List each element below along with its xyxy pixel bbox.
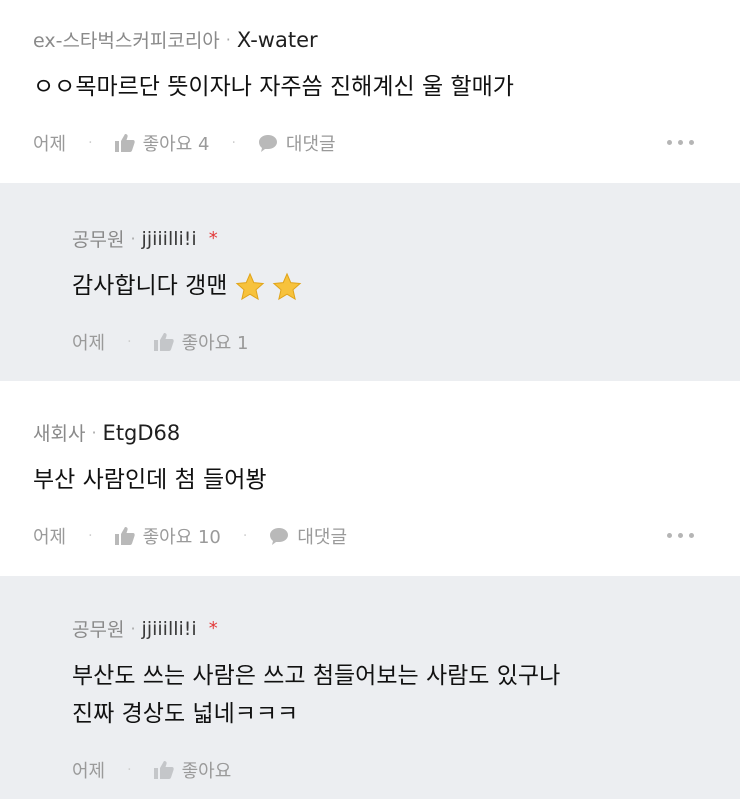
comment-header: 공무원 · jjiiilli!i * <box>72 615 218 642</box>
like-button[interactable]: 좋아요 10 <box>114 523 221 549</box>
comment-time: 어제 <box>33 527 67 548</box>
company-name[interactable]: 공무원 <box>72 615 124 642</box>
meta-separator: · <box>225 30 231 49</box>
comment-actions: 어제 · 좋아요 4 · 대댓글 <box>33 130 336 156</box>
comment-time: 어제 <box>72 761 106 782</box>
thumbs-up-icon <box>153 761 174 779</box>
meta-separator: · <box>130 619 136 638</box>
star-icon <box>235 272 265 300</box>
action-separator: · <box>127 762 132 778</box>
comment-text: 부산 사람인데 첨 들어봥 <box>33 467 267 493</box>
like-button[interactable]: 좋아요 4 <box>114 130 210 156</box>
more-dots-icon[interactable] <box>667 533 694 538</box>
thumbs-up-icon <box>114 527 135 545</box>
like-button[interactable]: 좋아요 1 <box>153 329 249 355</box>
comment-text-content: 감사합니다 갱맨 <box>72 273 228 299</box>
reply-button[interactable]: 대댓글 <box>269 523 347 549</box>
nickname[interactable]: jjiiilli!i <box>142 228 197 250</box>
meta-separator: · <box>91 423 97 442</box>
like-count: 좋아요 <box>181 761 232 782</box>
comment-time: 어제 <box>72 333 106 354</box>
comment-header: ex-스타벅스커피코리아 · X-water <box>33 26 318 53</box>
comment-text: 감사합니다 갱맨 <box>72 268 302 304</box>
comment-text: ㅇㅇ목마르단 뜻이자나 자주씀 진해계신 울 할매가 <box>33 74 514 100</box>
like-button[interactable]: 좋아요 <box>153 757 232 783</box>
comment-header: 새회사 · EtgD68 <box>33 419 180 446</box>
like-count: 좋아요 4 <box>142 134 210 155</box>
comment: ex-스타벅스커피코리아 · X-water ㅇㅇ목마르단 뜻이자나 자주씀 진… <box>0 0 740 183</box>
company-name[interactable]: 새회사 <box>33 419 85 446</box>
comment-text-line-1: 부산도 쓰는 사람은 쓰고 첨들어보는 사람도 있구나 <box>72 663 561 689</box>
comment-actions: 어제 · 좋아요 10 · 대댓글 <box>33 523 347 549</box>
nickname[interactable]: EtgD68 <box>103 421 181 445</box>
thumbs-up-icon <box>114 134 135 152</box>
action-separator: · <box>88 528 93 544</box>
action-separator: · <box>88 135 93 151</box>
speech-bubble-icon <box>258 134 278 152</box>
reply-comment: 공무원 · jjiiilli!i * 감사합니다 갱맨 어제 · 좋아요 1 <box>0 183 740 381</box>
like-count: 좋아요 1 <box>181 333 249 354</box>
action-separator: · <box>242 528 248 544</box>
comment-actions: 어제 · 좋아요 <box>72 757 231 783</box>
comment-time: 어제 <box>33 134 67 155</box>
author-mark: * <box>208 228 218 249</box>
nickname[interactable]: jjiiilli!i <box>142 618 197 640</box>
reply-comment: 공무원 · jjiiilli!i * 부산도 쓰는 사람은 쓰고 첨들어보는 사… <box>0 576 740 799</box>
action-separator: · <box>127 334 132 350</box>
nickname[interactable]: X-water <box>237 28 318 52</box>
comment-actions: 어제 · 좋아요 1 <box>72 329 248 355</box>
comment-header: 공무원 · jjiiilli!i * <box>72 225 218 252</box>
reply-button[interactable]: 대댓글 <box>258 130 336 156</box>
action-separator: · <box>231 135 236 151</box>
comment-text-line-2: 진짜 경상도 넓네ㅋㅋㅋ <box>72 701 299 727</box>
comment: 새회사 · EtgD68 부산 사람인데 첨 들어봥 어제 · 좋아요 10 ·… <box>0 381 740 576</box>
company-name[interactable]: ex-스타벅스커피코리아 <box>33 26 220 53</box>
star-icon <box>272 272 302 300</box>
thumbs-up-icon <box>153 333 174 351</box>
meta-separator: · <box>130 229 136 248</box>
more-dots-icon[interactable] <box>667 140 694 145</box>
like-count: 좋아요 10 <box>142 527 221 548</box>
author-mark: * <box>208 618 218 639</box>
reply-label: 대댓글 <box>297 527 348 548</box>
company-name[interactable]: 공무원 <box>72 225 124 252</box>
reply-label: 대댓글 <box>285 134 336 155</box>
speech-bubble-icon <box>269 527 289 545</box>
